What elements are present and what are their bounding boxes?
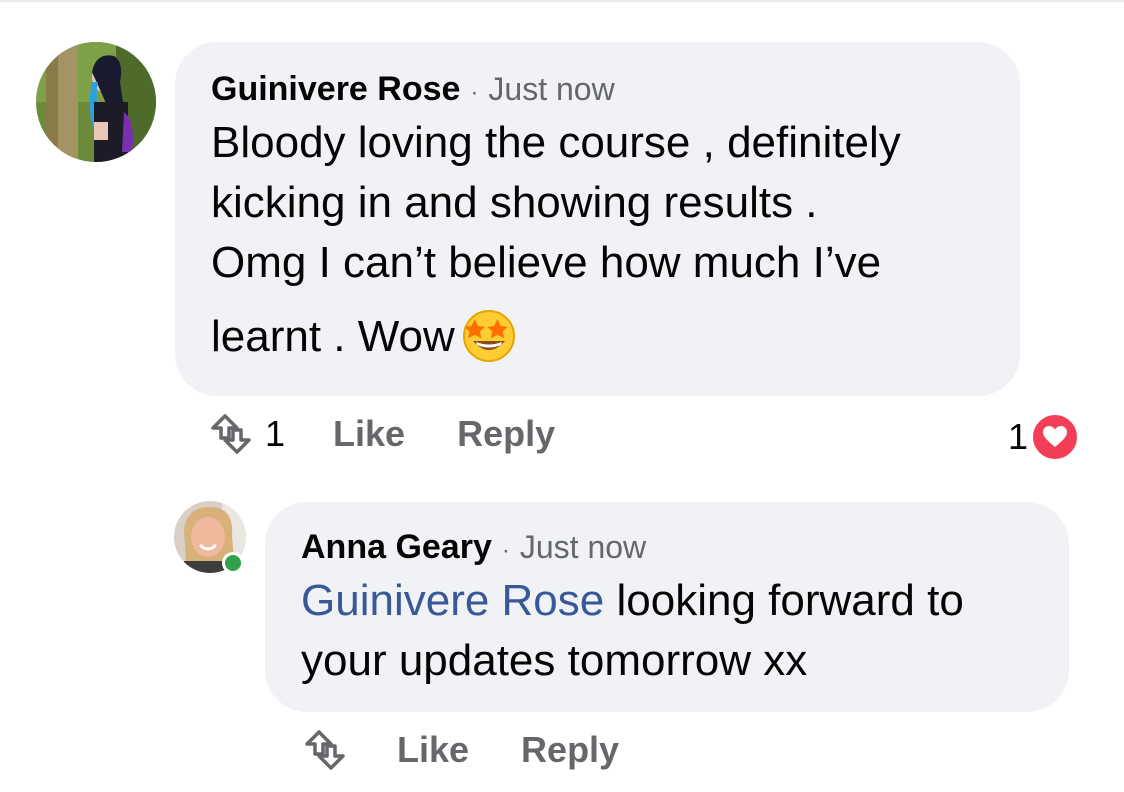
comment-bubble: Guinivere Rose · Just now Bloody loving … [175,42,1020,396]
share-icon[interactable] [301,726,349,774]
reply-button[interactable]: Reply [457,413,555,455]
comment-timestamp[interactable]: Just now [488,71,614,108]
share-count: 1 [265,413,286,454]
comment-body-line: Omg I can’t believe how much I’ve [211,238,882,287]
meta-separator: · [501,537,510,564]
like-button[interactable]: Like [333,413,405,455]
reply-bubble: Anna Geary · Just now Guinivere Rose loo… [265,502,1069,712]
reply-actions: Like Reply [301,726,619,774]
comment-body-line: kicking in and showing results . [211,178,818,227]
reply-meta: Anna Geary · Just now [301,528,1033,567]
meta-separator: · [470,79,479,106]
comment-body-text: learnt . Wow [211,312,455,361]
mention-link[interactable]: Guinivere Rose [301,576,604,625]
online-status-indicator [222,552,244,574]
comment-thread: Guinivere Rose · Just now Bloody loving … [0,0,1124,792]
comment-meta: Guinivere Rose · Just now [211,70,984,109]
reply-timestamp[interactable]: Just now [520,529,646,566]
divider [0,0,1124,2]
reply-button[interactable]: Reply [521,729,619,771]
reply-body: Guinivere Rose looking forward to your u… [301,571,1033,691]
heart-reaction-icon [1030,412,1081,462]
avatar-guinivere-rose[interactable] [36,42,156,162]
reply-body-line: your updates tomorrow xx [301,636,808,685]
comment-actions: 1 Like Reply [207,410,555,458]
reply-author[interactable]: Anna Geary [301,528,492,567]
share-icon[interactable] [207,410,255,458]
reply-body-text: looking forward to [604,576,964,625]
like-button[interactable]: Like [397,729,469,771]
star-struck-emoji-icon [461,307,517,363]
comment-body-line: Bloody loving the course , definitely [211,118,901,167]
reply-body-line: Guinivere Rose looking forward to [301,571,1033,631]
reaction-summary[interactable]: 1 [1008,412,1081,462]
comment-author[interactable]: Guinivere Rose [211,70,460,109]
comment-body-line-last: learnt . Wow [211,307,984,367]
comment-body: Bloody loving the course , definitely ki… [211,113,984,367]
reaction-count: 1 [1008,416,1029,457]
